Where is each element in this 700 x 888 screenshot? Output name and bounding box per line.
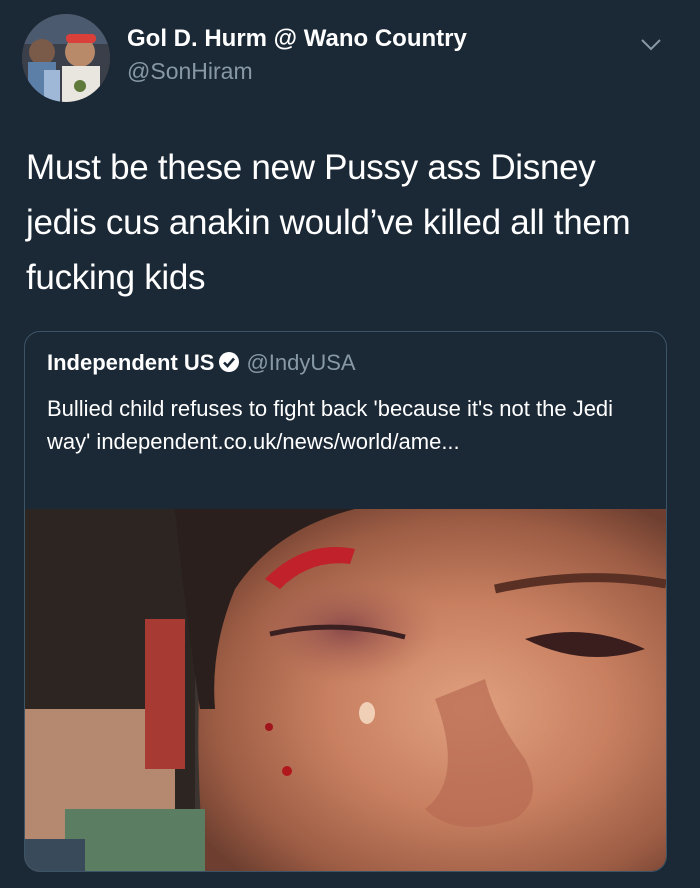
- quoted-tweet-photo[interactable]: [25, 509, 666, 871]
- tweet-card[interactable]: Gol D. Hurm @ Wano Country @SonHiram Mus…: [0, 0, 700, 888]
- quoted-tweet[interactable]: Independent US @IndyUSA Bullied child re…: [24, 331, 667, 872]
- quoted-handle: @IndyUSA: [246, 350, 356, 375]
- avatar-photo-icon: [22, 14, 110, 102]
- injured-child-photo: [25, 509, 666, 871]
- quoted-tweet-header: Independent US @IndyUSA: [47, 350, 356, 376]
- quoted-display-name: Independent US: [47, 350, 215, 375]
- chevron-down-icon[interactable]: [640, 38, 662, 52]
- user-handle[interactable]: @SonHiram: [127, 58, 253, 85]
- tweet-text: Must be these new Pussy ass Disney jedis…: [26, 148, 631, 297]
- verified-badge-icon: [219, 352, 240, 372]
- display-name[interactable]: Gol D. Hurm @ Wano Country: [127, 25, 467, 53]
- user-avatar[interactable]: [22, 14, 110, 102]
- quoted-tweet-text: Bullied child refuses to fight back 'bec…: [47, 396, 614, 454]
